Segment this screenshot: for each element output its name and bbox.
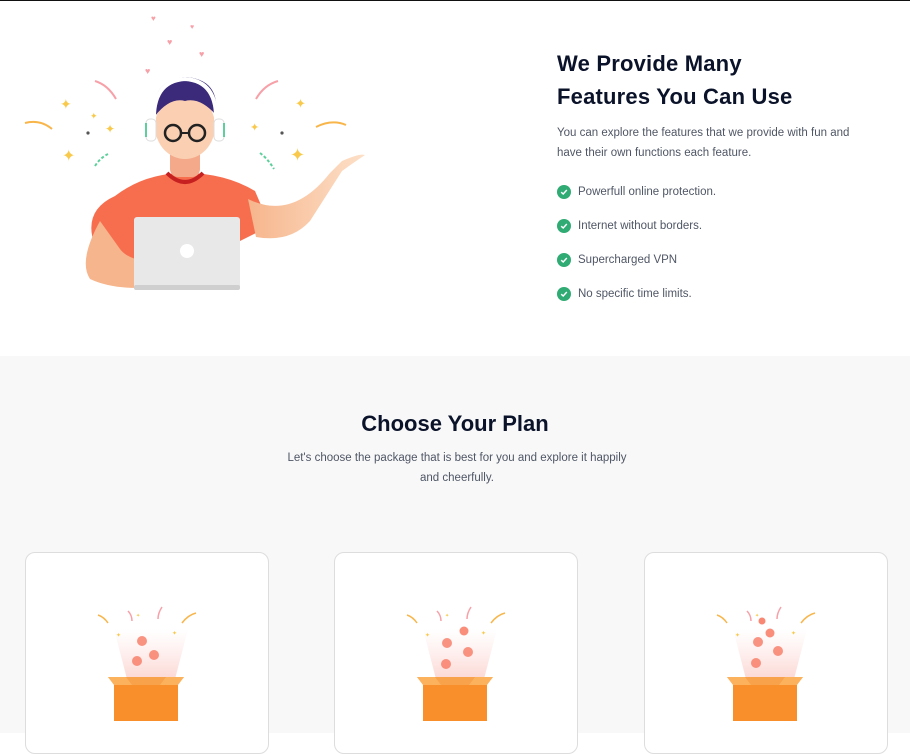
- check-circle-icon: [557, 287, 571, 301]
- gift-box-icon: ✦ ✦ ✦: [97, 606, 197, 721]
- svg-text:✦: ✦: [60, 96, 72, 112]
- person-laptop-illustration: ♥ ♥ ♥ ♥ ♥ ✦ ✦ ✦ ✦ ✦ ✦ ✦: [24, 14, 365, 290]
- svg-text:✦: ✦: [735, 632, 740, 639]
- svg-text:✦: ✦: [105, 122, 115, 136]
- features-description: You can explore the features that we pro…: [557, 127, 850, 159]
- svg-text:✦: ✦: [250, 122, 259, 134]
- feature-item-label: Internet without borders.: [578, 220, 703, 232]
- feature-item-label: Supercharged VPN: [578, 254, 678, 266]
- svg-text:✦: ✦: [62, 148, 75, 165]
- svg-text:✦: ✦: [172, 630, 177, 637]
- feature-item: Powerfull online protection.: [557, 175, 877, 209]
- feature-item-label: Powerfull online protection.: [578, 186, 717, 198]
- gift-box-icon: ✦ ✦ ✦: [406, 606, 506, 721]
- features-heading: We Provide Many Features You Can Use: [557, 47, 877, 113]
- svg-text:✦: ✦: [755, 613, 759, 619]
- svg-text:♥: ♥: [167, 37, 172, 47]
- svg-text:✦: ✦: [116, 632, 121, 639]
- features-heading-line2: Features You Can Use: [557, 84, 793, 109]
- feature-item: Supercharged VPN: [557, 243, 877, 277]
- plan-card-2[interactable]: ✦ ✦ ✦: [334, 552, 578, 754]
- svg-text:✦: ✦: [425, 632, 430, 639]
- plans-description: Let's choose the package that is best fo…: [287, 452, 627, 484]
- svg-text:✦: ✦: [481, 630, 486, 637]
- features-heading-line1: We Provide Many: [557, 51, 742, 76]
- check-circle-icon: [557, 185, 571, 199]
- svg-text:✦: ✦: [90, 111, 98, 121]
- svg-text:♥: ♥: [151, 14, 156, 23]
- gift-box-icon: ✦ ✦ ✦: [716, 606, 816, 721]
- plan-card-3[interactable]: ✦ ✦ ✦: [644, 552, 888, 754]
- feature-item: No specific time limits.: [557, 277, 877, 311]
- svg-text:♥: ♥: [199, 49, 204, 59]
- svg-text:✦: ✦: [136, 613, 140, 619]
- check-circle-icon: [557, 253, 571, 267]
- plans-section: Choose Your Plan Let's choose the packag…: [0, 356, 910, 754]
- feature-list: Powerfull online protection. Internet wi…: [557, 175, 877, 311]
- plans-heading: Choose Your Plan: [361, 411, 549, 436]
- features-content: We Provide Many Features You Can Use You…: [557, 47, 877, 311]
- feature-item-label: No specific time limits.: [578, 288, 692, 300]
- svg-text:✦: ✦: [791, 630, 796, 637]
- features-section: ♥ ♥ ♥ ♥ ♥ ✦ ✦ ✦ ✦ ✦ ✦ ✦ We Provide Many …: [0, 1, 910, 356]
- svg-text:♥: ♥: [190, 24, 194, 31]
- svg-text:✦: ✦: [290, 145, 305, 165]
- svg-text:✦: ✦: [295, 96, 306, 111]
- feature-item: Internet without borders.: [557, 209, 877, 243]
- svg-text:♥: ♥: [145, 66, 150, 76]
- svg-text:✦: ✦: [445, 613, 449, 619]
- check-circle-icon: [557, 219, 571, 233]
- plan-card-1[interactable]: ✦ ✦ ✦: [25, 552, 269, 754]
